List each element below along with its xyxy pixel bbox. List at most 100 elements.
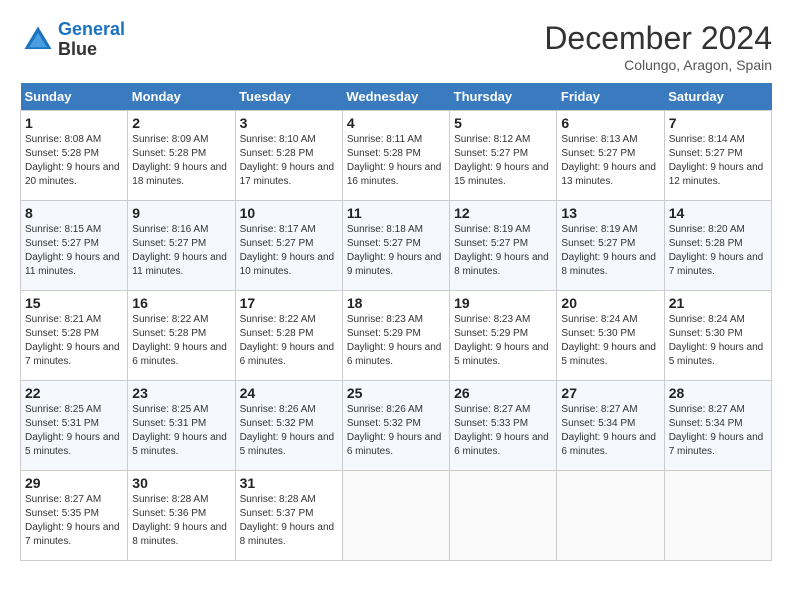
calendar-cell: 3 Sunrise: 8:10 AM Sunset: 5:28 PM Dayli… (235, 111, 342, 201)
calendar-cell: 8 Sunrise: 8:15 AM Sunset: 5:27 PM Dayli… (21, 201, 128, 291)
calendar-table: SundayMondayTuesdayWednesdayThursdayFrid… (20, 83, 772, 561)
day-number: 14 (669, 205, 767, 221)
day-info: Sunrise: 8:14 AM Sunset: 5:27 PM Dayligh… (669, 133, 767, 189)
calendar-cell: 11 Sunrise: 8:18 AM Sunset: 5:27 PM Dayl… (342, 201, 449, 291)
day-number: 29 (25, 475, 123, 491)
calendar-cell: 21 Sunrise: 8:24 AM Sunset: 5:30 PM Dayl… (664, 291, 771, 381)
calendar-cell: 1 Sunrise: 8:08 AM Sunset: 5:28 PM Dayli… (21, 111, 128, 201)
day-number: 6 (561, 115, 659, 131)
day-number: 25 (347, 385, 445, 401)
day-number: 31 (240, 475, 338, 491)
day-number: 21 (669, 295, 767, 311)
logo-line2: Blue (58, 40, 125, 60)
calendar-cell: 22 Sunrise: 8:25 AM Sunset: 5:31 PM Dayl… (21, 381, 128, 471)
dow-friday: Friday (557, 83, 664, 111)
day-info: Sunrise: 8:22 AM Sunset: 5:28 PM Dayligh… (240, 313, 338, 369)
day-info: Sunrise: 8:08 AM Sunset: 5:28 PM Dayligh… (25, 133, 123, 189)
day-info: Sunrise: 8:23 AM Sunset: 5:29 PM Dayligh… (347, 313, 445, 369)
day-number: 23 (132, 385, 230, 401)
calendar-cell: 19 Sunrise: 8:23 AM Sunset: 5:29 PM Dayl… (450, 291, 557, 381)
day-number: 3 (240, 115, 338, 131)
calendar-cell: 12 Sunrise: 8:19 AM Sunset: 5:27 PM Dayl… (450, 201, 557, 291)
day-number: 26 (454, 385, 552, 401)
day-number: 17 (240, 295, 338, 311)
calendar-cell: 20 Sunrise: 8:24 AM Sunset: 5:30 PM Dayl… (557, 291, 664, 381)
logo-line1: General (58, 19, 125, 39)
dow-saturday: Saturday (664, 83, 771, 111)
day-info: Sunrise: 8:27 AM Sunset: 5:34 PM Dayligh… (669, 403, 767, 459)
calendar-cell: 10 Sunrise: 8:17 AM Sunset: 5:27 PM Dayl… (235, 201, 342, 291)
calendar-cell: 9 Sunrise: 8:16 AM Sunset: 5:27 PM Dayli… (128, 201, 235, 291)
calendar-week-5: 29 Sunrise: 8:27 AM Sunset: 5:35 PM Dayl… (21, 471, 772, 561)
day-info: Sunrise: 8:26 AM Sunset: 5:32 PM Dayligh… (347, 403, 445, 459)
dow-sunday: Sunday (21, 83, 128, 111)
day-number: 12 (454, 205, 552, 221)
calendar-cell: 30 Sunrise: 8:28 AM Sunset: 5:36 PM Dayl… (128, 471, 235, 561)
day-info: Sunrise: 8:11 AM Sunset: 5:28 PM Dayligh… (347, 133, 445, 189)
day-info: Sunrise: 8:22 AM Sunset: 5:28 PM Dayligh… (132, 313, 230, 369)
day-info: Sunrise: 8:28 AM Sunset: 5:36 PM Dayligh… (132, 493, 230, 549)
calendar-cell: 31 Sunrise: 8:28 AM Sunset: 5:37 PM Dayl… (235, 471, 342, 561)
day-info: Sunrise: 8:25 AM Sunset: 5:31 PM Dayligh… (132, 403, 230, 459)
dow-monday: Monday (128, 83, 235, 111)
day-number: 27 (561, 385, 659, 401)
day-info: Sunrise: 8:17 AM Sunset: 5:27 PM Dayligh… (240, 223, 338, 279)
day-number: 9 (132, 205, 230, 221)
calendar-cell: 7 Sunrise: 8:14 AM Sunset: 5:27 PM Dayli… (664, 111, 771, 201)
calendar-cell: 15 Sunrise: 8:21 AM Sunset: 5:28 PM Dayl… (21, 291, 128, 381)
day-info: Sunrise: 8:13 AM Sunset: 5:27 PM Dayligh… (561, 133, 659, 189)
day-number: 2 (132, 115, 230, 131)
calendar-cell: 13 Sunrise: 8:19 AM Sunset: 5:27 PM Dayl… (557, 201, 664, 291)
day-number: 4 (347, 115, 445, 131)
day-number: 5 (454, 115, 552, 131)
day-number: 18 (347, 295, 445, 311)
calendar-cell: 28 Sunrise: 8:27 AM Sunset: 5:34 PM Dayl… (664, 381, 771, 471)
calendar-cell: 5 Sunrise: 8:12 AM Sunset: 5:27 PM Dayli… (450, 111, 557, 201)
day-info: Sunrise: 8:28 AM Sunset: 5:37 PM Dayligh… (240, 493, 338, 549)
day-info: Sunrise: 8:16 AM Sunset: 5:27 PM Dayligh… (132, 223, 230, 279)
day-number: 24 (240, 385, 338, 401)
dow-wednesday: Wednesday (342, 83, 449, 111)
calendar-cell: 29 Sunrise: 8:27 AM Sunset: 5:35 PM Dayl… (21, 471, 128, 561)
day-info: Sunrise: 8:26 AM Sunset: 5:32 PM Dayligh… (240, 403, 338, 459)
calendar-week-3: 15 Sunrise: 8:21 AM Sunset: 5:28 PM Dayl… (21, 291, 772, 381)
day-info: Sunrise: 8:12 AM Sunset: 5:27 PM Dayligh… (454, 133, 552, 189)
day-info: Sunrise: 8:21 AM Sunset: 5:28 PM Dayligh… (25, 313, 123, 369)
day-info: Sunrise: 8:27 AM Sunset: 5:34 PM Dayligh… (561, 403, 659, 459)
day-info: Sunrise: 8:10 AM Sunset: 5:28 PM Dayligh… (240, 133, 338, 189)
calendar-cell: 6 Sunrise: 8:13 AM Sunset: 5:27 PM Dayli… (557, 111, 664, 201)
day-number: 30 (132, 475, 230, 491)
day-number: 10 (240, 205, 338, 221)
day-number: 19 (454, 295, 552, 311)
day-info: Sunrise: 8:09 AM Sunset: 5:28 PM Dayligh… (132, 133, 230, 189)
calendar-cell: 27 Sunrise: 8:27 AM Sunset: 5:34 PM Dayl… (557, 381, 664, 471)
day-number: 11 (347, 205, 445, 221)
logo: General Blue (20, 20, 125, 60)
calendar-week-1: 1 Sunrise: 8:08 AM Sunset: 5:28 PM Dayli… (21, 111, 772, 201)
calendar-cell: 26 Sunrise: 8:27 AM Sunset: 5:33 PM Dayl… (450, 381, 557, 471)
location-subtitle: Colungo, Aragon, Spain (544, 57, 772, 73)
day-info: Sunrise: 8:24 AM Sunset: 5:30 PM Dayligh… (669, 313, 767, 369)
calendar-cell: 18 Sunrise: 8:23 AM Sunset: 5:29 PM Dayl… (342, 291, 449, 381)
day-info: Sunrise: 8:19 AM Sunset: 5:27 PM Dayligh… (561, 223, 659, 279)
day-info: Sunrise: 8:27 AM Sunset: 5:33 PM Dayligh… (454, 403, 552, 459)
calendar-cell: 17 Sunrise: 8:22 AM Sunset: 5:28 PM Dayl… (235, 291, 342, 381)
calendar-cell: 25 Sunrise: 8:26 AM Sunset: 5:32 PM Dayl… (342, 381, 449, 471)
day-info: Sunrise: 8:27 AM Sunset: 5:35 PM Dayligh… (25, 493, 123, 549)
calendar-cell: 2 Sunrise: 8:09 AM Sunset: 5:28 PM Dayli… (128, 111, 235, 201)
calendar-cell (557, 471, 664, 561)
calendar-cell: 23 Sunrise: 8:25 AM Sunset: 5:31 PM Dayl… (128, 381, 235, 471)
day-info: Sunrise: 8:15 AM Sunset: 5:27 PM Dayligh… (25, 223, 123, 279)
day-number: 28 (669, 385, 767, 401)
day-number: 20 (561, 295, 659, 311)
day-info: Sunrise: 8:19 AM Sunset: 5:27 PM Dayligh… (454, 223, 552, 279)
calendar-week-2: 8 Sunrise: 8:15 AM Sunset: 5:27 PM Dayli… (21, 201, 772, 291)
day-info: Sunrise: 8:25 AM Sunset: 5:31 PM Dayligh… (25, 403, 123, 459)
calendar-cell: 14 Sunrise: 8:20 AM Sunset: 5:28 PM Dayl… (664, 201, 771, 291)
day-number: 22 (25, 385, 123, 401)
page-header: General Blue December 2024 Colungo, Arag… (20, 20, 772, 73)
dow-tuesday: Tuesday (235, 83, 342, 111)
calendar-cell (664, 471, 771, 561)
calendar-week-4: 22 Sunrise: 8:25 AM Sunset: 5:31 PM Dayl… (21, 381, 772, 471)
calendar-cell: 16 Sunrise: 8:22 AM Sunset: 5:28 PM Dayl… (128, 291, 235, 381)
